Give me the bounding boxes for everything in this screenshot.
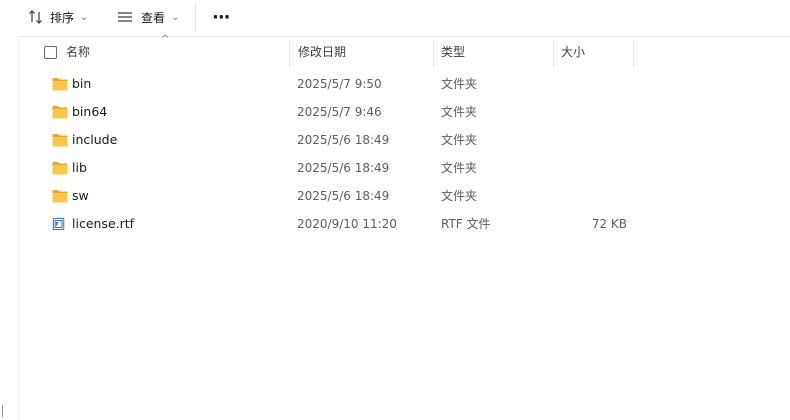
column-divider[interactable]: [289, 40, 290, 68]
toolbar-divider: [195, 3, 196, 31]
file-date: 2025/5/6 18:49: [297, 133, 390, 147]
column-divider[interactable]: [433, 40, 434, 68]
chevron-down-icon: ⌄: [80, 11, 89, 23]
file-date: 2025/5/7 9:46: [297, 105, 382, 119]
file-size: [570, 182, 627, 210]
file-size: [570, 154, 627, 182]
file-name: lib: [72, 160, 87, 175]
column-divider[interactable]: [633, 40, 634, 68]
file-type: 文件夹: [441, 105, 478, 119]
file-date: 2020/9/10 11:20: [297, 217, 397, 231]
file-type: 文件夹: [441, 189, 478, 203]
select-all-checkbox[interactable]: [44, 46, 57, 59]
command-bar: 排序 ⌄ 查看 ⌄ ···: [0, 0, 790, 37]
more-icon: ···: [212, 6, 230, 28]
column-header-row: ^ 名称 修改日期 类型 大小: [18, 34, 790, 68]
navigation-pane-edge: [0, 36, 19, 420]
chevron-down-icon: ⌄: [171, 11, 180, 23]
view-button[interactable]: 查看 ⌄: [117, 6, 179, 28]
column-divider[interactable]: [553, 40, 554, 68]
folder-icon: [52, 106, 68, 119]
file-size: [570, 126, 627, 154]
file-row[interactable]: sw 2025/5/6 18:49 文件夹: [18, 182, 790, 210]
folder-icon: [52, 134, 68, 147]
file-row[interactable]: bin 2025/5/7 9:50 文件夹: [18, 70, 790, 98]
sort-label: 排序: [50, 10, 75, 25]
view-label: 查看: [141, 10, 166, 25]
file-size: [570, 70, 627, 98]
file-name: sw: [72, 188, 89, 203]
file-type: 文件夹: [441, 161, 478, 175]
list-view-icon: [118, 12, 132, 22]
pane-resize-handle[interactable]: [2, 405, 3, 417]
file-type: 文件夹: [441, 77, 478, 91]
column-header-size[interactable]: 大小: [561, 38, 631, 66]
folder-icon: [52, 78, 68, 91]
file-size: 72 KB: [591, 217, 627, 231]
file-row[interactable]: bin64 2025/5/7 9:46 文件夹: [18, 98, 790, 126]
folder-icon: [52, 190, 68, 203]
file-date: 2025/5/7 9:50: [297, 77, 382, 91]
column-header-name[interactable]: 名称: [66, 38, 286, 66]
sort-icon: [29, 10, 42, 24]
file-date: 2025/5/6 18:49: [297, 161, 390, 175]
file-size: [570, 98, 627, 126]
folder-icon: [52, 162, 68, 175]
column-header-date[interactable]: 修改日期: [298, 38, 428, 66]
file-name: bin: [72, 76, 92, 91]
rtf-file-icon: [52, 217, 65, 231]
file-name: bin64: [72, 104, 108, 119]
sort-button[interactable]: 排序 ⌄: [28, 6, 88, 28]
file-row[interactable]: license.rtf 2020/9/10 11:20 RTF 文件 72 KB: [18, 210, 790, 238]
file-type: 文件夹: [441, 133, 478, 147]
file-row[interactable]: lib 2025/5/6 18:49 文件夹: [18, 154, 790, 182]
file-name: include: [72, 132, 118, 147]
file-type: RTF 文件: [441, 217, 491, 231]
file-date: 2025/5/6 18:49: [297, 189, 390, 203]
file-name: license.rtf: [72, 216, 135, 231]
file-row[interactable]: include 2025/5/6 18:49 文件夹: [18, 126, 790, 154]
column-header-type[interactable]: 类型: [441, 38, 551, 66]
more-options-button[interactable]: ···: [212, 6, 230, 28]
